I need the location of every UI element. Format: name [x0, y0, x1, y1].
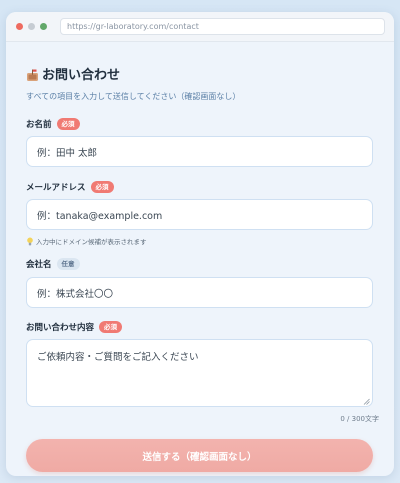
email-input[interactable]: 例：tanaka@example.com: [26, 199, 373, 230]
submit-button[interactable]: 送信する（確認画面なし）: [26, 439, 373, 472]
form-subtitle: すべての項目を入力して送信してください（確認画面なし）: [26, 92, 241, 101]
company-label-row: 会社名 任意: [26, 258, 380, 270]
browser-titlebar: https://gr-laboratory.com/contact: [6, 12, 394, 42]
email-label: メールアドレス: [26, 183, 86, 193]
required-badge: 必須: [99, 321, 123, 333]
name-label: お名前: [26, 120, 52, 130]
name-label-row: お名前 必須: [26, 118, 380, 130]
message-placeholder: ご依頼内容・ご質問をご記入ください: [37, 352, 199, 363]
minimize-window-dot[interactable]: [28, 23, 35, 30]
optional-badge: 任意: [56, 258, 80, 270]
resize-handle-icon[interactable]: [363, 397, 370, 405]
required-badge: 必須: [56, 118, 80, 130]
browser-window: https://gr-laboratory.com/contact お問い合わせ…: [6, 12, 394, 476]
message-label: お問い合わせ内容: [26, 323, 95, 333]
name-input[interactable]: 例：田中 太郎: [26, 136, 373, 167]
lightbulb-icon: [26, 237, 34, 246]
message-label-row: お問い合わせ内容 必須: [26, 321, 380, 333]
email-label-row: メールアドレス 必須: [26, 181, 380, 193]
email-hint-text: 入力中にドメイン候補が表示されます: [36, 238, 147, 246]
address-bar[interactable]: https://gr-laboratory.com/contact: [60, 18, 385, 35]
form-header: お問い合わせ: [26, 64, 380, 83]
message-textarea[interactable]: ご依頼内容・ご質問をご記入ください: [26, 339, 373, 407]
required-badge: 必須: [90, 181, 114, 193]
company-input[interactable]: 例：株式会社〇〇: [26, 277, 373, 308]
company-label: 会社名: [26, 260, 52, 270]
close-window-dot[interactable]: [16, 23, 23, 30]
maximize-window-dot[interactable]: [40, 23, 47, 30]
contact-form: お問い合わせ すべての項目を入力して送信してください（確認画面なし） お名前 必…: [6, 64, 394, 472]
character-counter: 0 / 300文字: [340, 415, 379, 423]
email-hint: 入力中にドメイン候補が表示されます: [26, 236, 380, 246]
mailbox-icon: [26, 67, 39, 81]
page-title: お問い合わせ: [42, 68, 121, 83]
